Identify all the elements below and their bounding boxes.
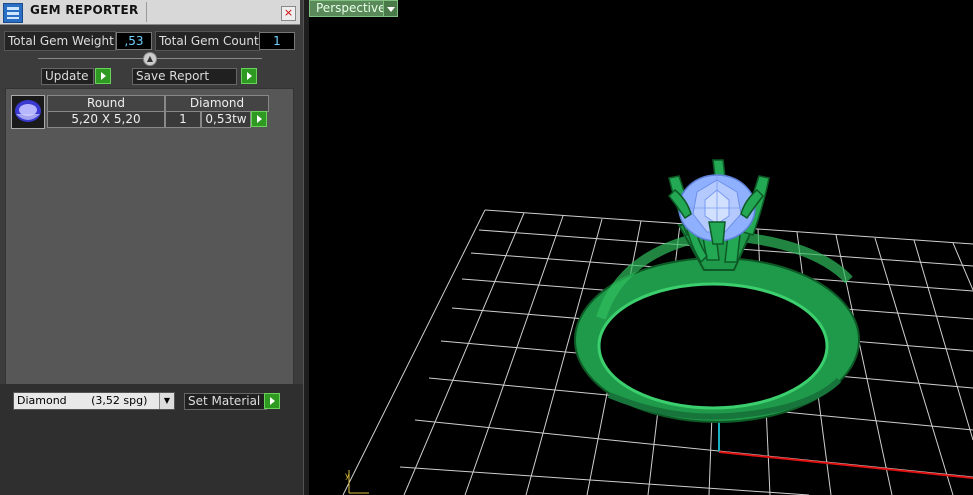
gem-row-go-icon[interactable] [251, 111, 267, 127]
chevron-down-icon[interactable]: ▼ [159, 393, 174, 409]
panel-titlebar: GEM REPORTER × [0, 0, 300, 25]
axis-gizmo-icon: y [345, 470, 369, 494]
gem-list: Round Diamond 5,20 X 5,20 1 0,53tw [5, 88, 294, 386]
ring-model [574, 159, 860, 423]
gem-shape-header: Round [47, 95, 165, 112]
view-menu-tab[interactable]: Perspective [309, 0, 393, 17]
x-axis [718, 451, 973, 479]
gem-count-cell: 1 [165, 111, 201, 128]
save-report-go-icon[interactable] [241, 68, 257, 84]
view-dropdown-icon[interactable] [383, 0, 398, 17]
update-go-icon[interactable] [95, 68, 111, 84]
total-gem-weight-value: ,53 [116, 32, 152, 50]
perspective-viewport[interactable]: y Perspective [309, 0, 973, 495]
gem-reporter-icon [3, 3, 23, 23]
svg-text:y: y [345, 471, 350, 480]
title-divider [146, 2, 147, 22]
save-report-button[interactable]: Save Report [132, 68, 237, 85]
material-select[interactable]: Diamond (3,52 spg) ▼ [13, 392, 175, 410]
gem-type-header: Diamond [165, 95, 269, 112]
set-material-go-icon[interactable] [264, 393, 280, 409]
gem-reporter-panel: GEM REPORTER × Total Gem Weight ,53 Tota… [0, 0, 303, 495]
total-gem-weight-label: Total Gem Weight [4, 31, 116, 51]
ring-scene: y [342, 159, 973, 495]
set-material-button[interactable]: Set Material [184, 393, 267, 410]
material-select-value: Diamond (3,52 spg) [17, 394, 148, 407]
update-button[interactable]: Update [41, 68, 94, 85]
close-icon[interactable]: × [281, 6, 296, 21]
gem-size-cell: 5,20 X 5,20 [47, 111, 165, 128]
total-gem-count-value: 1 [259, 32, 295, 50]
round-gem-icon [11, 95, 45, 129]
splitter-handle[interactable]: ▲ [143, 52, 157, 66]
total-gem-count-label: Total Gem Count [155, 31, 260, 51]
gem-weight-cell: 0,53tw [201, 111, 251, 128]
panel-title: GEM REPORTER [30, 3, 139, 17]
